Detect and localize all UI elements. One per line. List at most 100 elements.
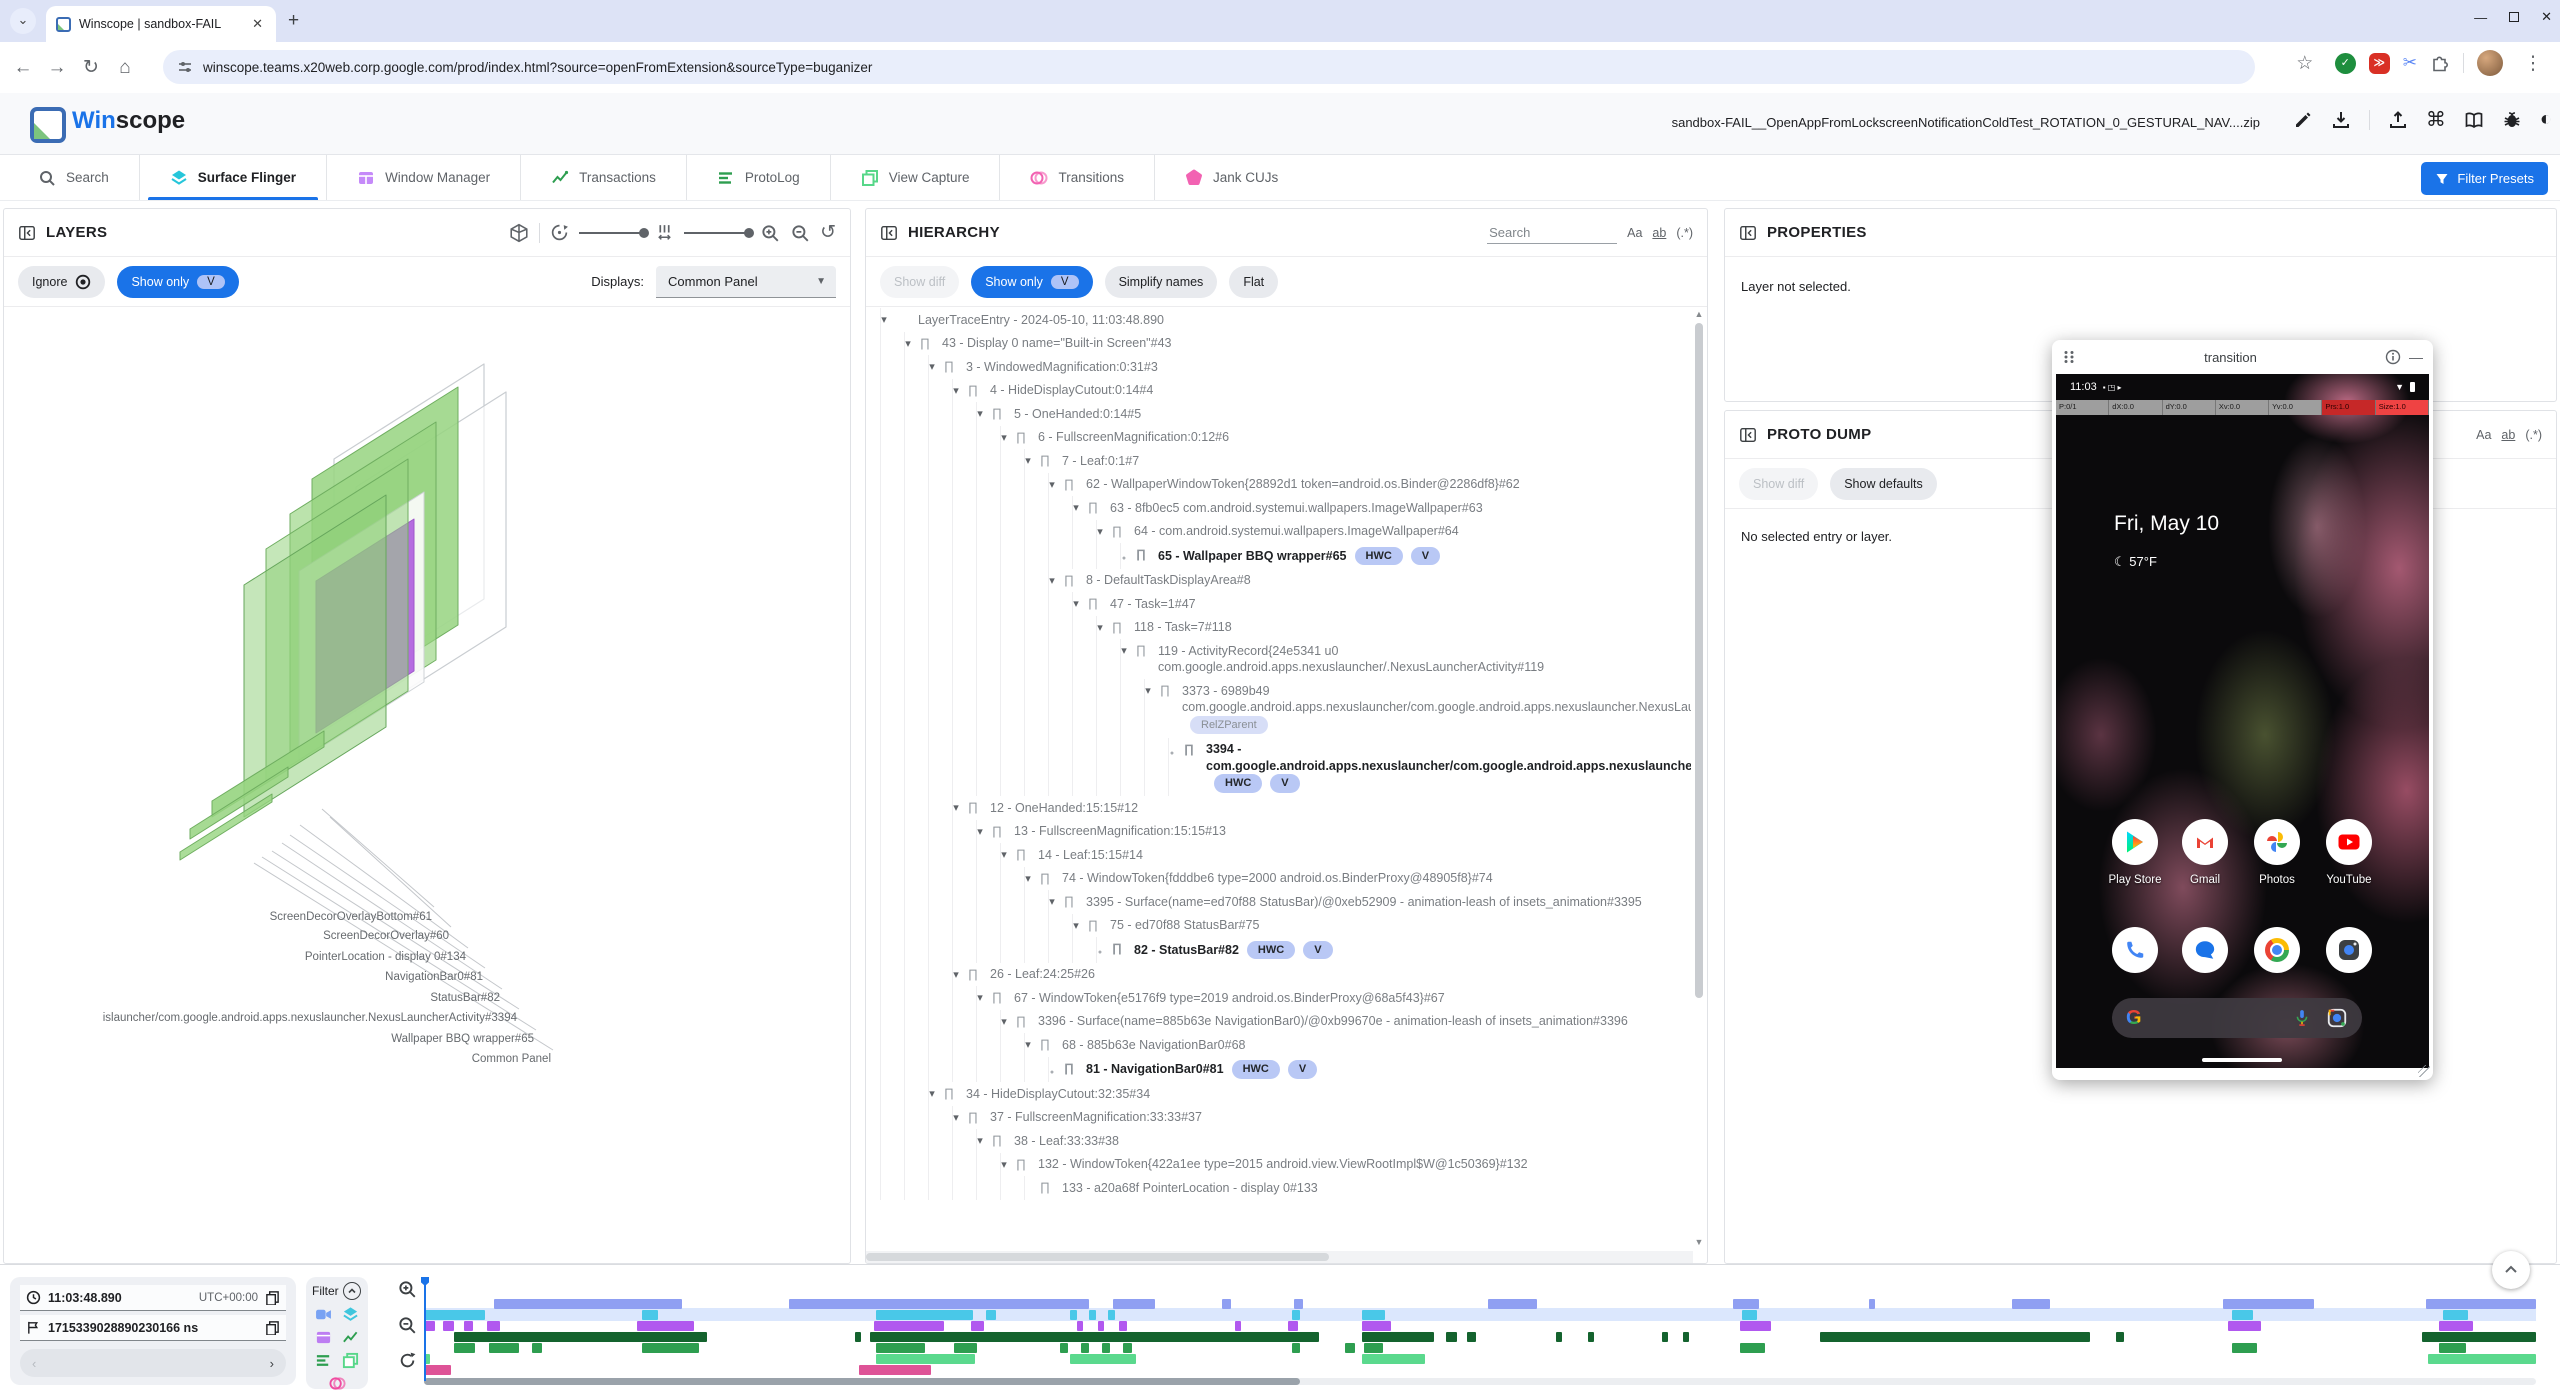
trace-segment[interactable] [2422,1332,2536,1342]
trace-segment[interactable] [1740,1321,1772,1331]
tab-protolog[interactable]: ProtoLog [687,155,831,200]
tree-node-label[interactable]: 64 - com.android.systemui.wallpapers.Ima… [1134,524,1459,538]
trace-segment[interactable] [1467,1332,1475,1342]
extension-check-icon[interactable]: ✓ [2335,53,2356,74]
current-timestamp-field[interactable]: 1715339028890230166 ns [48,1321,258,1335]
pin-icon[interactable]: ∏ [1088,917,1098,934]
copy-icon[interactable] [265,1320,280,1335]
expand-arrow[interactable]: ● [1044,1065,1060,1082]
transactions-filter-icon[interactable] [342,1329,359,1346]
show-diff-button[interactable]: Show diff [880,266,959,298]
window-close-button[interactable]: ✕ [2541,9,2552,25]
3d-cube-icon[interactable] [509,223,529,243]
expand-arrow[interactable]: ▾ [996,1014,1012,1031]
tab-jank-cujs[interactable]: Jank CUJs [1155,155,1308,200]
pin-icon[interactable]: ∏ [1040,870,1050,887]
tree-node-label[interactable]: 6 - FullscreenMagnification:0:12#6 [1038,430,1229,444]
tree-row[interactable]: ▾ ∏12 - OneHanded:15:15#12 [866,796,1691,820]
download-icon[interactable] [2331,110,2351,130]
expand-arrow[interactable]: ● [1164,746,1180,763]
pin-icon[interactable]: ∏ [968,966,978,983]
regex-toggle[interactable]: (.*) [1676,226,1693,240]
expand-arrow[interactable]: ▾ [996,430,1012,447]
tree-node-label[interactable]: 47 - Task=1#47 [1110,597,1196,611]
tab-close-icon[interactable]: ✕ [249,16,266,32]
trace-segment[interactable] [454,1332,707,1342]
url-text[interactable]: winscope.teams.x20web.corp.google.com/pr… [203,60,872,75]
trace-segment[interactable] [454,1343,475,1353]
tree-node-label[interactable]: 3394 - com.google.android.apps.nexuslaun… [1206,742,1691,773]
trace-segment[interactable] [1235,1321,1241,1331]
match-word-toggle[interactable]: ab [2501,428,2515,442]
report-bug-icon[interactable] [2502,110,2522,130]
rotation-icon[interactable] [550,223,569,242]
pin-icon[interactable]: ∏ [1016,846,1026,863]
tree-row[interactable]: ▾ ∏68 - 885b63e NavigationBar0#68 [866,1033,1691,1057]
trace-segment[interactable] [1733,1299,1758,1309]
layer-label[interactable]: ScreenDecorOverlay#60 [323,930,449,942]
trace-segment[interactable] [789,1299,1089,1309]
tree-row[interactable]: ▾ ∏4 - HideDisplayCutout:0:14#4 [866,379,1691,403]
expand-arrow[interactable]: ▾ [900,336,916,353]
trace-segment[interactable] [1077,1321,1083,1331]
layer-label[interactable]: StatusBar#82 [430,992,500,1004]
expand-arrow[interactable]: ▾ [948,1110,964,1127]
expand-arrow[interactable]: ▾ [996,847,1012,864]
collapse-panel-icon[interactable] [880,224,898,242]
tab-transactions[interactable]: Transactions [521,155,687,200]
tree-node-label[interactable]: 81 - NavigationBar0#81 [1086,1062,1224,1076]
tree-node-label[interactable]: 119 - ActivityRecord{24e5341 u0 com.goog… [1158,644,1544,675]
browser-menu-icon[interactable]: ⋮ [2516,52,2550,75]
back-button[interactable]: ← [6,57,40,79]
match-case-toggle[interactable]: Aa [2476,428,2491,442]
tree-node-label[interactable]: 132 - WindowToken{422a1ee type=2015 andr… [1038,1157,1528,1171]
screen-recording-filter-icon[interactable] [315,1306,332,1323]
tab-search[interactable]: Search [0,155,140,200]
trace-segment[interactable] [1081,1343,1089,1353]
transitions-filter-icon[interactable] [329,1375,346,1392]
simplify-names-button[interactable]: Simplify names [1105,266,1218,298]
expand-arrow[interactable]: ▾ [1068,596,1084,613]
pin-icon[interactable]: ∏ [992,989,1002,1006]
expand-arrow[interactable]: ▾ [972,990,988,1007]
extension-red-icon[interactable]: ≫ [2369,53,2390,74]
timeline-zoom-out-icon[interactable] [397,1315,417,1335]
shortcuts-icon[interactable]: ⌘ [2426,107,2446,132]
window-manager-filter-icon[interactable] [315,1329,332,1346]
pin-icon[interactable]: ∏ [992,1132,1002,1149]
trace-segment[interactable] [2439,1343,2466,1353]
home-button[interactable]: ⌂ [108,57,142,79]
trace-segment[interactable] [2232,1310,2253,1320]
zoom-out-icon[interactable] [790,223,810,243]
expand-arrow[interactable]: ▾ [924,1086,940,1103]
tree-node-label[interactable]: 3373 - 6989b49 com.google.android.apps.n… [1182,684,1691,715]
pin-icon[interactable]: ∏ [992,405,1002,422]
zoom-in-icon[interactable] [760,223,780,243]
spacing-icon[interactable] [655,223,674,242]
pin-icon[interactable]: ∏ [944,358,954,375]
expand-arrow[interactable]: ▾ [972,406,988,423]
tree-row[interactable]: ▾ ∏ 6 - FullscreenMagnification:0:12#6 [866,426,1691,450]
trace-segment[interactable] [1060,1343,1068,1353]
tree-node-label[interactable]: 74 - WindowToken{fdddbe6 type=2000 andro… [1062,871,1493,885]
trace-segment[interactable] [443,1321,454,1331]
tree-row[interactable]: ▾ ∏37 - FullscreenMagnification:33:33#37 [866,1106,1691,1130]
tree-node-label[interactable]: 12 - OneHanded:15:15#12 [990,801,1138,815]
expand-arrow[interactable]: ▾ [1068,500,1084,517]
tree-row[interactable]: ▾ ∏7 - Leaf:0:1#7 [866,449,1691,473]
pin-icon[interactable]: ∏ [1016,429,1026,446]
trace-segment[interactable] [494,1299,682,1309]
layer-label[interactable]: Common Panel [472,1053,551,1065]
tree-row[interactable]: ▾ ∏13 - FullscreenMagnification:15:15#13 [866,820,1691,844]
tree-row[interactable]: ▾ ∏3 - WindowedMagnification:0:31#3 [866,355,1691,379]
pin-icon[interactable]: ∏ [1136,546,1146,563]
pin-icon[interactable]: ∏ [1064,572,1074,589]
timeline-scrollbar-thumb[interactable] [424,1378,1300,1385]
tree-row[interactable]: ▾ ∏132 - WindowToken{422a1ee type=2015 a… [866,1153,1691,1177]
tree-row[interactable]: ● ∏82 - StatusBar#82HWCV [866,937,1691,963]
tree-row[interactable]: ▾ ∏63 - 8fb0ec5 com.android.systemui.wal… [866,496,1691,520]
current-time-field[interactable]: 11:03:48.890 [48,1291,192,1305]
tree-node-label[interactable]: 8 - DefaultTaskDisplayArea#8 [1086,573,1251,587]
collapse-panel-icon[interactable] [1739,224,1757,242]
tree-row[interactable]: ▾ ∏75 - ed70f88 StatusBar#75 [866,914,1691,938]
